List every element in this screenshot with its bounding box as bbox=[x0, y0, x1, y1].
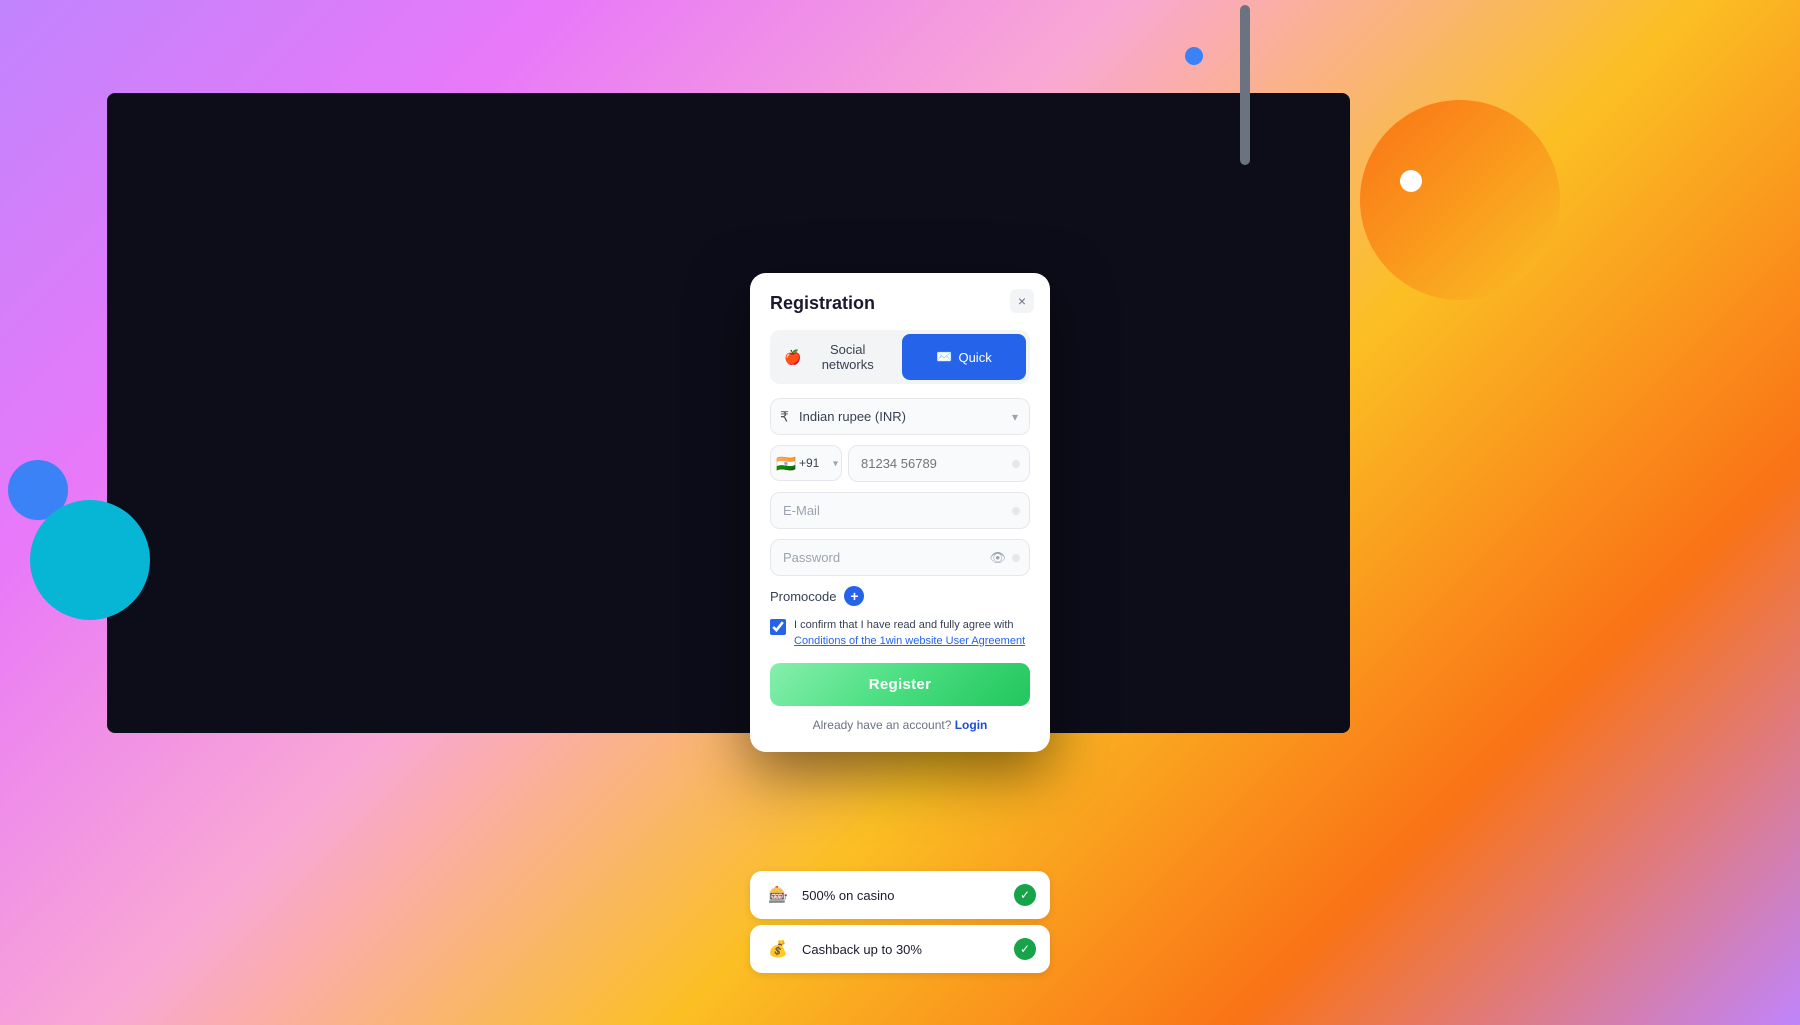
country-select-wrapper: 🇮🇳 +91 +1 +44 ▾ bbox=[770, 445, 842, 482]
register-button[interactable]: Register bbox=[770, 663, 1030, 706]
phone-input-wrapper bbox=[848, 445, 1030, 482]
bonus-card-cashback: 💰 Cashback up to 30% ✓ bbox=[750, 925, 1050, 973]
apple-icon: 🍎 bbox=[784, 349, 801, 366]
email-icon: ✉️ bbox=[936, 349, 952, 365]
promocode-label: Promocode bbox=[770, 589, 836, 604]
cashback-icon: 💰 bbox=[764, 935, 792, 963]
phone-input[interactable] bbox=[848, 445, 1030, 482]
promocode-add-button[interactable]: + bbox=[844, 586, 864, 606]
modal-title: Registration bbox=[770, 293, 1030, 314]
password-field-wrapper: 👁 bbox=[770, 539, 1030, 576]
bonus-casino-text: 500% on casino bbox=[802, 888, 895, 903]
terms-checkbox[interactable] bbox=[770, 619, 786, 635]
terms-checkbox-row: I confirm that I have read and fully agr… bbox=[770, 618, 1030, 649]
tab-social-networks[interactable]: 🍎 Social networks bbox=[774, 334, 898, 380]
tab-row: 🍎 Social networks ✉️ Quick bbox=[770, 330, 1030, 384]
currency-select-wrapper: ₹ Indian rupee (INR) USD EUR ▾ bbox=[770, 398, 1030, 435]
password-dot-indicator bbox=[1012, 554, 1020, 562]
login-prompt-text: Already have an account? bbox=[813, 718, 952, 732]
bonus-left-casino: 🎰 500% on casino bbox=[764, 881, 895, 909]
login-prompt-row: Already have an account? Login bbox=[770, 718, 1030, 732]
promocode-row: Promocode + bbox=[770, 586, 1030, 606]
casino-icon: 🎰 bbox=[764, 881, 792, 909]
close-icon: × bbox=[1018, 293, 1026, 309]
bonus-left-cashback: 💰 Cashback up to 30% bbox=[764, 935, 922, 963]
email-dot-indicator bbox=[1012, 507, 1020, 515]
bonus-check-casino: ✓ bbox=[1014, 884, 1036, 906]
bonus-check-cashback: ✓ bbox=[1014, 938, 1036, 960]
email-field-wrapper bbox=[770, 492, 1030, 529]
eye-icon[interactable]: 👁 bbox=[989, 550, 1006, 566]
tab-quick-label: Quick bbox=[958, 350, 991, 365]
phone-dot-indicator bbox=[1012, 460, 1020, 468]
close-button[interactable]: × bbox=[1010, 289, 1034, 313]
tab-quick[interactable]: ✉️ Quick bbox=[902, 334, 1026, 380]
bonus-cards: 🎰 500% on casino ✓ 💰 Cashback up to 30% … bbox=[750, 871, 1050, 979]
registration-modal: Registration × 🍎 Social networks ✉️ Quic… bbox=[750, 273, 1050, 752]
country-code-select[interactable]: +91 +1 +44 bbox=[770, 445, 842, 481]
terms-link[interactable]: Conditions of the 1win website User Agre… bbox=[794, 635, 1025, 647]
bonus-cashback-text: Cashback up to 30% bbox=[802, 942, 922, 957]
login-link[interactable]: Login bbox=[955, 718, 988, 732]
bonus-card-casino: 🎰 500% on casino ✓ bbox=[750, 871, 1050, 919]
currency-select[interactable]: Indian rupee (INR) USD EUR bbox=[770, 398, 1030, 435]
phone-row: 🇮🇳 +91 +1 +44 ▾ bbox=[770, 445, 1030, 482]
tab-social-label: Social networks bbox=[807, 342, 888, 372]
plus-icon: + bbox=[850, 589, 858, 603]
terms-text: I confirm that I have read and fully agr… bbox=[794, 619, 1014, 631]
terms-label: I confirm that I have read and fully agr… bbox=[794, 618, 1030, 649]
email-input[interactable] bbox=[770, 492, 1030, 529]
modal-backdrop: Registration × 🍎 Social networks ✉️ Quic… bbox=[0, 0, 1800, 1025]
